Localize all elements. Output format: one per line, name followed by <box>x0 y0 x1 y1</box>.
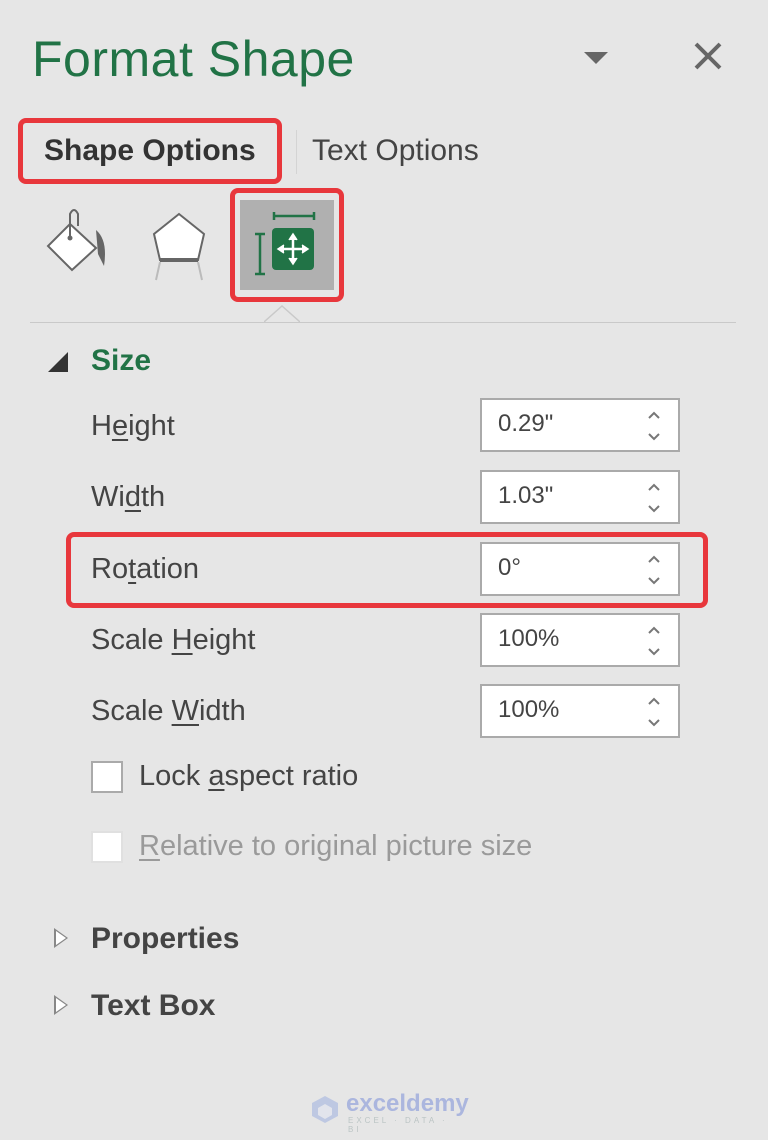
spin-up-icon[interactable] <box>644 478 664 496</box>
collapse-triangle-icon[interactable] <box>48 352 68 372</box>
pane-title: Format Shape <box>32 31 355 87</box>
watermark-logo: exceldemy EXCEL · DATA · BI <box>310 1090 469 1134</box>
section-properties-header[interactable]: Properties <box>91 922 239 956</box>
highlight-box-size-icon <box>230 188 344 302</box>
effects-icon <box>152 212 206 281</box>
expand-triangle-icon[interactable] <box>54 995 68 1015</box>
effects-tab[interactable] <box>132 200 226 290</box>
highlight-box-rotation <box>66 532 708 608</box>
width-label: Width <box>91 481 166 513</box>
width-spinner[interactable]: 1.03" <box>480 470 680 524</box>
spin-up-icon[interactable] <box>644 692 664 710</box>
scale-height-input[interactable]: 100% <box>498 625 559 653</box>
tab-text-options[interactable]: Text Options <box>312 130 479 172</box>
height-spinner[interactable]: 0.29" <box>480 398 680 452</box>
lock-aspect-ratio-checkbox[interactable] <box>91 761 123 793</box>
height-label: Height <box>91 410 175 442</box>
scale-width-spinner[interactable]: 100% <box>480 684 680 738</box>
expand-triangle-icon[interactable] <box>54 928 68 948</box>
active-tab-pointer <box>264 304 300 323</box>
scale-width-input[interactable]: 100% <box>498 696 559 724</box>
relative-to-original-size-checkbox <box>91 831 123 863</box>
lock-aspect-ratio-label[interactable]: Lock aspect ratio <box>139 760 358 793</box>
watermark-brand: exceldemy <box>346 1090 469 1117</box>
tab-separator <box>296 130 297 174</box>
tab-divider <box>30 322 736 323</box>
close-button[interactable] <box>690 38 726 74</box>
scale-height-label: Scale Height <box>91 624 256 656</box>
spin-up-icon[interactable] <box>644 621 664 639</box>
exceldemy-logo-icon <box>312 1096 338 1123</box>
watermark-tagline: EXCEL · DATA · BI <box>348 1116 448 1134</box>
spin-down-icon[interactable] <box>644 714 664 732</box>
section-size-header[interactable]: Size <box>91 344 151 378</box>
relative-to-original-size-label: Relative to original picture size <box>139 830 533 862</box>
fill-line-icon <box>46 209 105 272</box>
task-pane-options-dropdown-icon[interactable] <box>584 52 608 64</box>
spin-down-icon[interactable] <box>644 643 664 661</box>
scale-width-label: Scale Width <box>91 695 246 727</box>
spin-down-icon[interactable] <box>644 428 664 446</box>
fill-line-tab[interactable] <box>28 200 122 290</box>
spin-down-icon[interactable] <box>644 500 664 518</box>
scale-height-spinner[interactable]: 100% <box>480 613 680 667</box>
width-input[interactable]: 1.03" <box>498 482 553 510</box>
close-icon <box>694 42 722 70</box>
section-text-box-header[interactable]: Text Box <box>91 989 215 1023</box>
spin-up-icon[interactable] <box>644 406 664 424</box>
highlight-box-shape-options <box>18 118 282 184</box>
height-input[interactable]: 0.29" <box>498 410 553 438</box>
